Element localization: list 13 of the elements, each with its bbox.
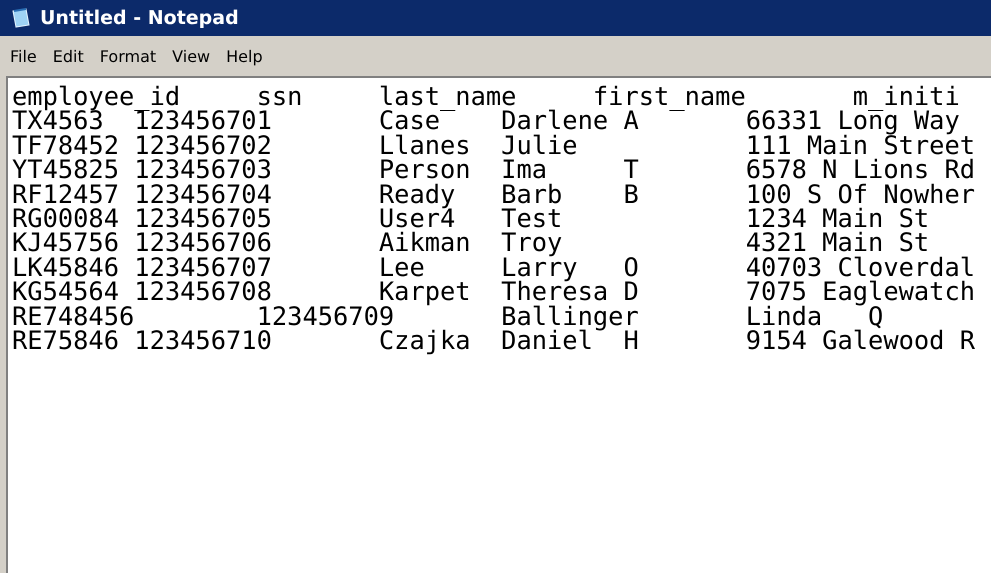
text-line: RF12457 123456704 Ready Barb B 100 S Of Nowher bbox=[12, 182, 976, 206]
menu-item[interactable]: File bbox=[4, 44, 43, 68]
text-area[interactable] bbox=[6, 76, 991, 573]
text-line: employee_id ssn last_name first_name m_initi bbox=[12, 84, 960, 108]
text-line: KG54564 123456708 Karpet Theresa D 7075 Eaglewatch bbox=[12, 279, 976, 304]
menu-item[interactable]: View bbox=[166, 44, 216, 68]
notepad-icon bbox=[10, 7, 32, 29]
menu-item[interactable]: Edit bbox=[46, 44, 90, 68]
window-title: Untitled - Notepad bbox=[40, 7, 239, 29]
text-line: YT45825 123456703 Person Ima T 6578 N Lions Rd bbox=[12, 157, 976, 182]
menu-item[interactable]: Help bbox=[220, 44, 269, 68]
text-line: KJ45756 123456706 Aikman Troy 4321 Main St bbox=[12, 230, 930, 255]
menu-item[interactable]: Format bbox=[94, 44, 162, 68]
